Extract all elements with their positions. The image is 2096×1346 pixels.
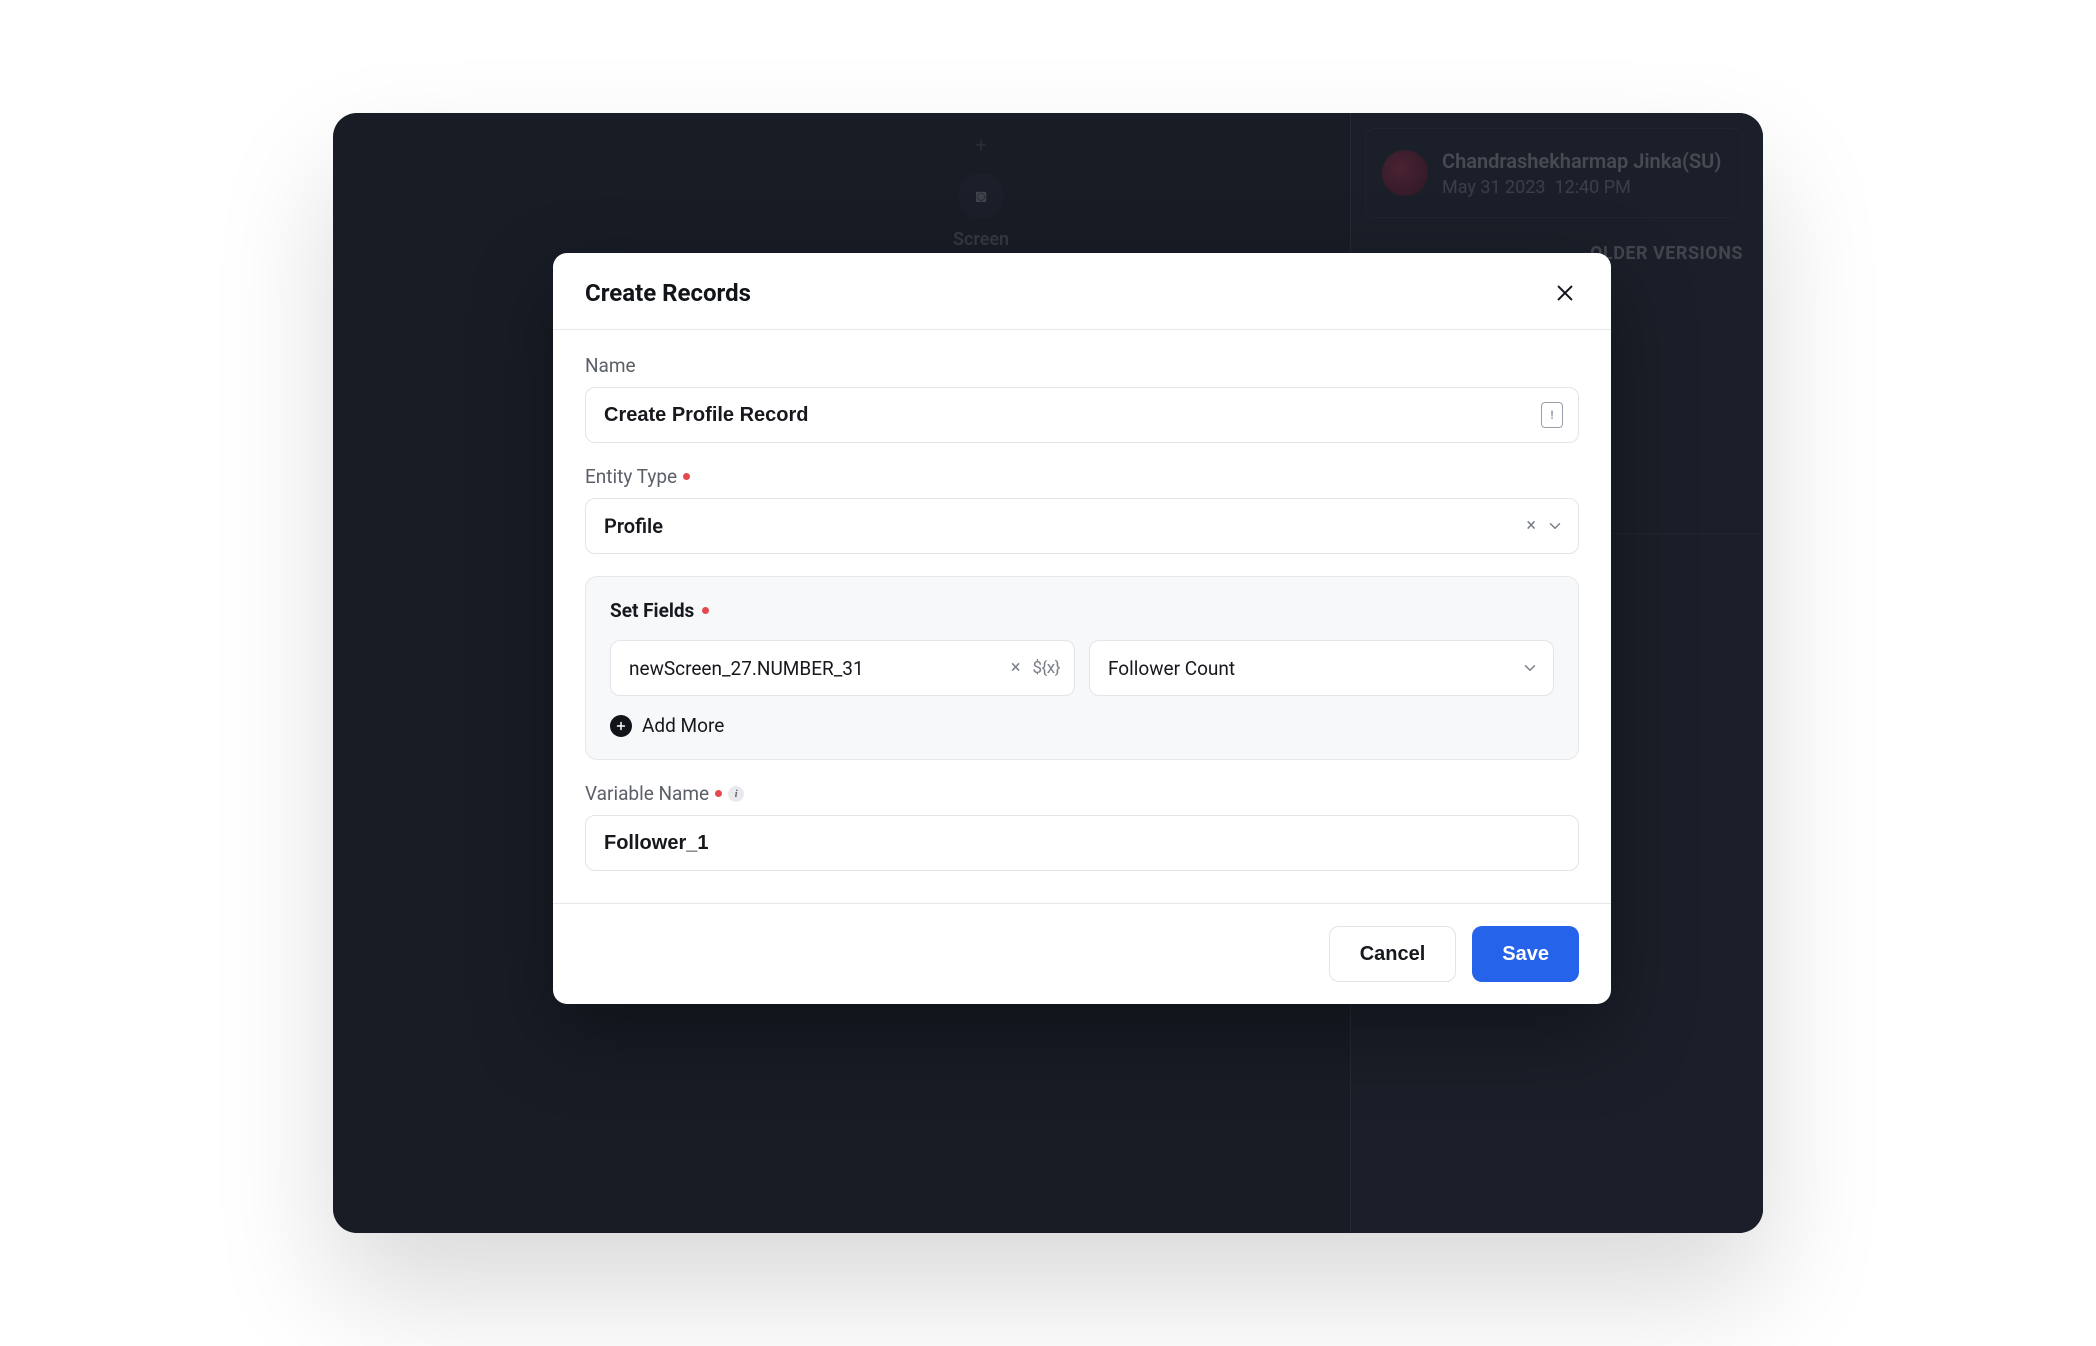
cancel-button[interactable]: Cancel — [1329, 926, 1457, 982]
clear-icon[interactable]: × — [1011, 659, 1021, 677]
variable-name-group: Variable Name i — [585, 782, 1579, 871]
chevron-down-icon — [1546, 517, 1564, 535]
modal-header: Create Records — [553, 253, 1611, 330]
field-target-select[interactable]: Follower Count — [1089, 640, 1554, 696]
clear-icon[interactable]: × — [1526, 517, 1536, 535]
set-fields-label: Set Fields — [610, 599, 1554, 622]
chevron-down-icon — [1521, 659, 1539, 677]
entity-type-value: Profile — [604, 514, 663, 538]
name-label: Name — [585, 354, 1579, 377]
close-icon[interactable] — [1551, 279, 1579, 307]
input-badge-icon: ! — [1541, 402, 1563, 428]
required-indicator — [702, 607, 709, 614]
add-more-label: Add More — [642, 714, 724, 737]
expression-icon[interactable]: ${x} — [1033, 658, 1061, 678]
required-indicator — [683, 473, 690, 480]
entity-type-group: Entity Type Profile × — [585, 465, 1579, 554]
modal-title: Create Records — [585, 279, 751, 307]
entity-type-select[interactable]: Profile × — [585, 498, 1579, 554]
app-canvas: Chandrashekharmap Jinka(SU) May 31 2023 … — [333, 113, 1763, 1233]
variable-name-label: Variable Name i — [585, 782, 1579, 805]
field-row: newScreen_27.NUMBER_31 × ${x} Follower C… — [610, 640, 1554, 696]
add-more-button[interactable]: Add More — [610, 714, 724, 737]
info-icon[interactable]: i — [728, 786, 744, 802]
modal-body: Name ! Entity Type Profile × — [553, 330, 1611, 903]
create-records-modal: Create Records Name ! Entity Type — [553, 253, 1611, 1004]
entity-type-label: Entity Type — [585, 465, 1579, 488]
variable-name-input[interactable] — [585, 815, 1579, 871]
plus-icon — [610, 715, 632, 737]
modal-footer: Cancel Save — [553, 903, 1611, 1004]
save-button[interactable]: Save — [1472, 926, 1579, 982]
required-indicator — [715, 790, 722, 797]
name-group: Name ! — [585, 354, 1579, 443]
set-fields-panel: Set Fields newScreen_27.NUMBER_31 × ${x}… — [585, 576, 1579, 760]
field-expression-input[interactable]: newScreen_27.NUMBER_31 × ${x} — [610, 640, 1075, 696]
name-input[interactable] — [585, 387, 1579, 443]
